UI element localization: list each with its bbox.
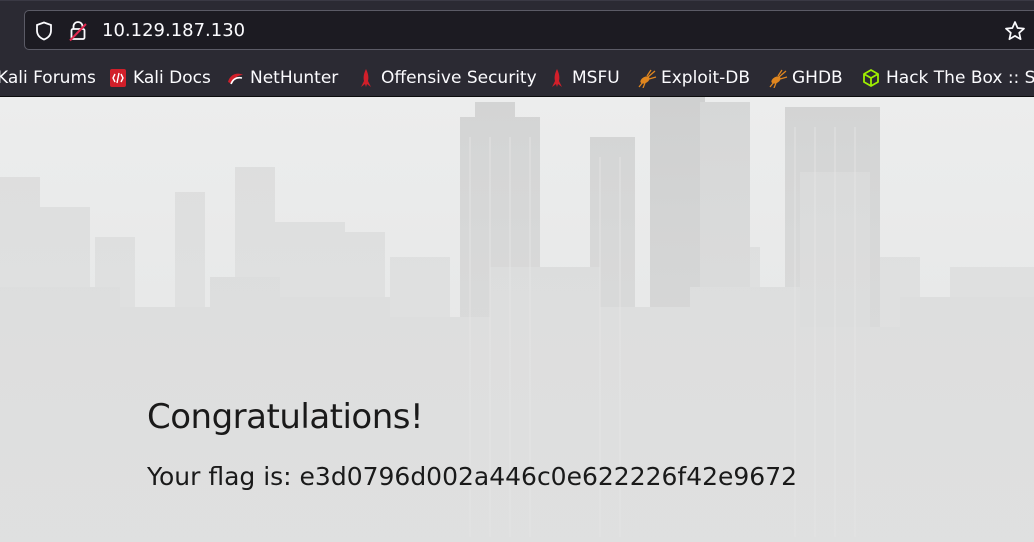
bookmark-nethunter[interactable]: NetHunter	[226, 59, 338, 96]
bookmarks-toolbar: Kali Forums Kali Docs NetHunter Offensiv…	[0, 59, 1034, 97]
page-heading: Congratulations!	[147, 397, 424, 437]
bookmark-label: Hack The Box :: St	[886, 67, 1034, 88]
bookmark-label: MSFU	[572, 67, 620, 88]
bookmark-offensive-security[interactable]: Offensive Security	[357, 59, 537, 96]
bookmark-msfu[interactable]: MSFU	[548, 59, 620, 96]
offensive-security-icon	[357, 68, 375, 88]
url-text[interactable]: 10.129.187.130	[102, 20, 245, 42]
message-block: Congratulations! Your flag is: e3d0796d0…	[147, 395, 797, 493]
navigation-toolbar: 10.129.187.130	[0, 0, 1034, 60]
bookmark-label: Offensive Security	[381, 67, 537, 88]
shield-icon[interactable]	[35, 21, 53, 41]
bookmark-label: Kali Forums	[0, 67, 96, 88]
bookmark-label: Kali Docs	[133, 67, 211, 88]
exploit-db-icon	[637, 68, 657, 88]
kali-docs-icon	[109, 68, 127, 88]
msfu-icon	[548, 68, 566, 88]
page-content: Congratulations! Your flag is: e3d0796d0…	[0, 97, 1034, 542]
bookmark-hack-the-box[interactable]: Hack The Box :: St	[862, 59, 1034, 96]
url-bar[interactable]: 10.129.187.130	[24, 10, 1034, 50]
bookmark-exploit-db[interactable]: Exploit-DB	[637, 59, 750, 96]
hack-the-box-icon	[862, 68, 880, 88]
bookmark-label: GHDB	[792, 67, 843, 88]
bookmark-kali-docs[interactable]: Kali Docs	[109, 59, 211, 96]
star-icon[interactable]	[1004, 20, 1026, 42]
bookmark-label: NetHunter	[250, 67, 339, 88]
bookmark-kali-forums[interactable]: Kali Forums	[0, 59, 96, 96]
ghdb-icon	[768, 68, 788, 88]
bookmark-ghdb[interactable]: GHDB	[768, 59, 843, 96]
bookmark-label: Exploit-DB	[661, 67, 750, 88]
lock-icon[interactable]	[69, 20, 87, 42]
nethunter-icon	[226, 68, 244, 88]
flag-text: Your flag is: e3d0796d002a446c0e622226f4…	[147, 462, 798, 491]
